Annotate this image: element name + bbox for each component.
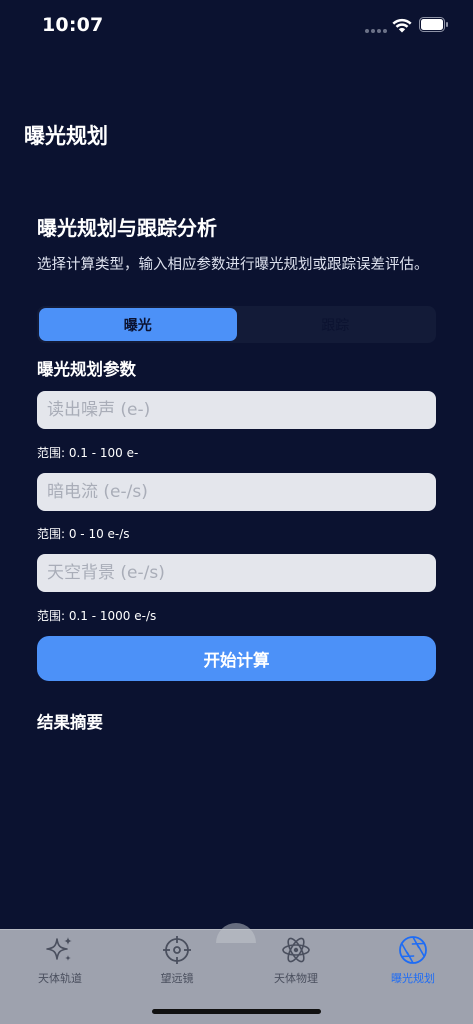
section-title: 曝光规划与跟踪分析 (37, 216, 217, 240)
tab-celestial-orbit[interactable]: 天体轨道 (10, 934, 110, 990)
results-summary-title: 结果摘要 (37, 713, 103, 732)
battery-icon (419, 17, 448, 32)
aperture-icon (399, 936, 427, 964)
segment-exposure[interactable]: 曝光 (39, 308, 237, 341)
sky-background-hint: 范围: 0.1 - 1000 e-/s (37, 609, 157, 623)
dark-current-hint: 范围: 0 - 10 e-/s (37, 527, 130, 541)
home-indicator (152, 1009, 321, 1014)
read-noise-input[interactable] (37, 391, 436, 429)
tab-label: 望远镜 (160, 972, 194, 985)
sky-background-input[interactable] (37, 554, 436, 592)
scope-icon (163, 936, 191, 964)
tab-astrophysics[interactable]: 天体物理 (246, 934, 346, 990)
start-calculation-button[interactable]: 开始计算 (37, 636, 436, 681)
section-description: 选择计算类型，输入相应参数进行曝光规划或跟踪误差评估。 (37, 257, 429, 273)
status-bar: 10:07 (0, 0, 473, 54)
tab-label: 曝光规划 (391, 972, 435, 985)
tab-label: 天体物理 (274, 972, 318, 985)
segment-tracking[interactable]: 跟踪 (237, 308, 435, 341)
tab-telescope[interactable]: 望远镜 (127, 934, 227, 990)
dark-current-input[interactable] (37, 473, 436, 511)
page-title: 曝光规划 (24, 124, 108, 148)
atom-icon (282, 937, 310, 963)
read-noise-hint: 范围: 0.1 - 100 e- (37, 446, 139, 460)
tab-label: 天体轨道 (38, 972, 82, 985)
calculation-type-segmented-control: 曝光 跟踪 (37, 306, 436, 343)
tab-exposure-planning[interactable]: 曝光规划 (363, 934, 463, 990)
cellular-signal-icon (365, 29, 387, 33)
sparkles-icon (46, 937, 72, 961)
params-title: 曝光规划参数 (37, 360, 136, 379)
status-time: 10:07 (42, 14, 104, 36)
wifi-icon (392, 18, 412, 33)
